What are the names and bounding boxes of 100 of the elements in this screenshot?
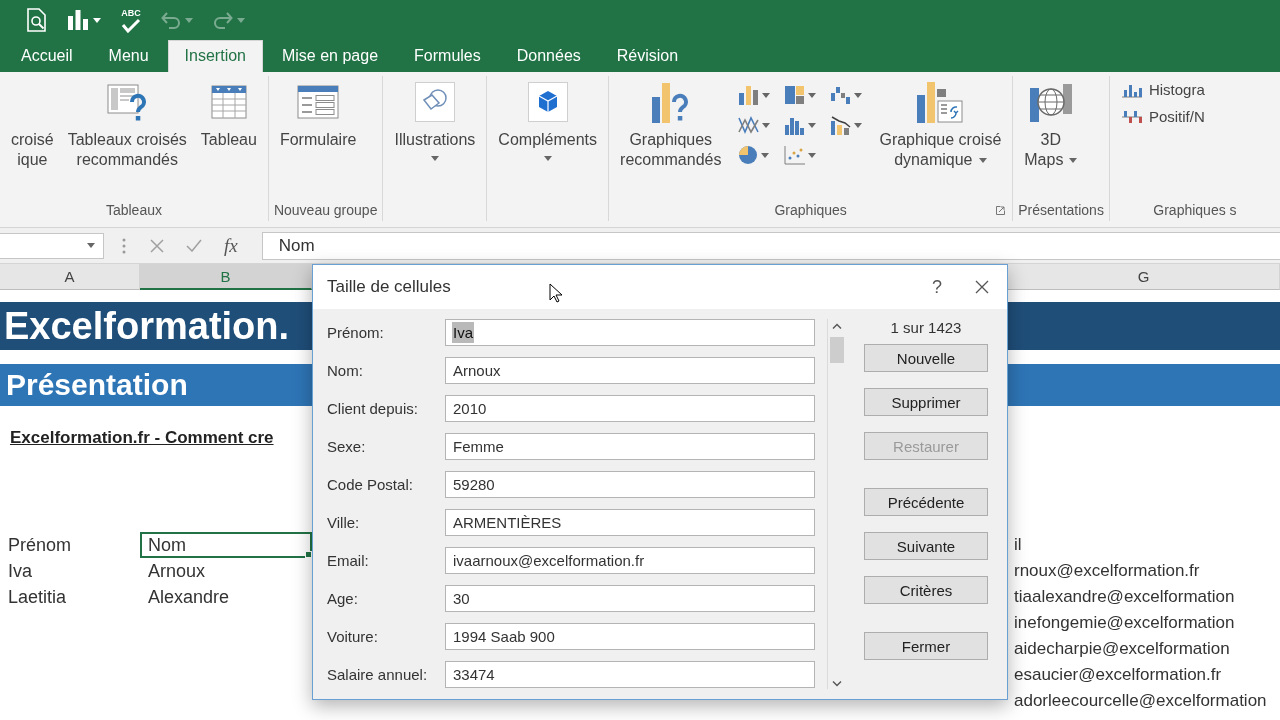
text-field[interactable]: ARMENTIÈRES [445, 509, 815, 536]
ribbon-tab[interactable]: Données [499, 40, 598, 72]
chart-type-button[interactable] [737, 144, 772, 166]
column-header[interactable]: G [1008, 264, 1280, 290]
scroll-thumb[interactable] [829, 337, 844, 363]
chart-type-button[interactable] [737, 84, 772, 106]
column-header[interactable]: A [0, 264, 140, 290]
caret-icon [854, 122, 863, 128]
scrollbar[interactable] [827, 319, 845, 689]
text-field[interactable]: 33474 [445, 661, 815, 688]
caret-icon [237, 17, 245, 23]
table-cell[interactable]: il [1008, 532, 1280, 558]
check-icon [186, 239, 202, 252]
field-label: Age: [327, 589, 359, 609]
chart-type-button[interactable] [829, 84, 864, 106]
dialog-launcher-icon[interactable] [996, 206, 1006, 215]
formula-input[interactable]: Nom [261, 231, 1280, 260]
ribbon-button[interactable]: Positif/N [1118, 107, 1207, 126]
group-label: Nouveau groupe [273, 202, 378, 218]
ribbon-tab[interactable]: Accueil [4, 40, 90, 72]
sheet-subtitle: Excelformation.fr - Comment cre [10, 428, 274, 448]
table-cell[interactable]: rnoux@excelformation.fr [1008, 558, 1280, 584]
table-cell[interactable]: esaucier@excelformation.fr [1008, 662, 1280, 688]
ribbon-button[interactable]: croisé ique [5, 76, 60, 172]
chart-type-button[interactable] [737, 114, 772, 136]
ribbon-button[interactable]: Tableau [194, 76, 263, 152]
chart-type-button[interactable] [829, 114, 864, 136]
ribbon-button[interactable]: Graphique croisé dynamique [873, 76, 1008, 172]
field-label: Prénom: [327, 323, 385, 343]
insert-function-button[interactable]: fx [218, 234, 244, 257]
table-cell[interactable]: Prénom [0, 532, 140, 558]
chevron-up-icon [831, 323, 842, 329]
dialog-button[interactable]: Fermer [864, 632, 988, 660]
ribbon-tab[interactable]: Formules [397, 40, 498, 72]
waterfall-chart-icon [830, 85, 852, 105]
treemap-chart-icon [784, 85, 806, 105]
table-cell[interactable]: tiaalexandre@excelformation [1008, 584, 1280, 610]
text-field[interactable]: Femme [445, 433, 815, 460]
mouse-pointer-icon [549, 283, 562, 303]
table-cell[interactable]: Iva [0, 558, 140, 584]
ribbon-tab[interactable]: Mise en page [265, 40, 396, 72]
ribbon-tab[interactable]: Menu [91, 40, 166, 72]
caret-icon [543, 155, 552, 161]
help-button[interactable]: ? [917, 269, 957, 305]
caret-icon [185, 17, 193, 23]
table-cell[interactable]: Alexandre [140, 584, 312, 610]
dialog-button[interactable]: Critères [864, 576, 988, 604]
ribbon-button[interactable]: Illustrations [388, 76, 482, 163]
table-question-icon [107, 82, 148, 122]
cancel-icon [150, 238, 164, 253]
vertical-dots-icon [122, 237, 126, 254]
fill-handle-icon[interactable] [305, 551, 312, 558]
text-field[interactable]: 59280 [445, 471, 815, 498]
histogram-chart-icon [784, 115, 806, 135]
table-cell[interactable]: adorleecourcelle@excelformation [1008, 688, 1280, 714]
table-cell[interactable]: aidecharpie@excelformation [1008, 636, 1280, 662]
caret-icon [978, 157, 987, 163]
dialog-button[interactable]: Supprimer [864, 388, 988, 416]
text-field[interactable]: 2010 [445, 395, 815, 422]
table-cell[interactable]: inefongemie@excelformation [1008, 610, 1280, 636]
pivot-chart-icon [916, 81, 965, 123]
field-label: Ville: [327, 513, 361, 533]
ribbon-button[interactable]: Formulaire [273, 76, 363, 152]
text-field[interactable]: 30 [445, 585, 815, 612]
text-field[interactable]: 1994 Saab 900 [445, 623, 815, 650]
ribbon-tab[interactable]: Révision [599, 40, 696, 72]
form-icon [297, 85, 340, 119]
field-label: Email: [327, 551, 370, 571]
caret-icon [808, 152, 817, 158]
ribbon-button[interactable]: Histogra [1118, 80, 1207, 99]
column-header[interactable]: B [140, 264, 312, 290]
ribbon-button[interactable]: Graphiques recommandés [614, 76, 728, 172]
dialog-button[interactable]: Suivante [864, 532, 988, 560]
globe-icon [1028, 82, 1073, 122]
group-label: Graphiques s [1153, 202, 1237, 218]
text-field[interactable]: Arnoux [445, 357, 815, 384]
ribbon-button[interactable]: Tableaux croisés recommandés [61, 76, 193, 172]
record-counter: 1 sur 1423 [890, 319, 962, 336]
caret-icon [854, 92, 863, 98]
field-label: Sexe: [327, 437, 367, 457]
line-chart-icon [738, 115, 760, 135]
dialog-button[interactable]: Nouvelle [864, 344, 988, 372]
ribbon-button[interactable]: 3D Maps [1018, 76, 1084, 172]
dialog-button[interactable]: Précédente [864, 488, 988, 516]
table-cell[interactable]: Nom [140, 532, 312, 558]
ribbon-button[interactable]: Compléments [492, 76, 604, 163]
caret-icon [1069, 157, 1078, 163]
scatter-chart-icon [784, 145, 806, 165]
text-field[interactable]: Iva [445, 319, 815, 346]
table-cell[interactable]: Arnoux [140, 558, 312, 584]
table-cell[interactable]: Laetitia [0, 584, 140, 610]
text-field[interactable]: ivaarnoux@excelformation.fr [445, 547, 815, 574]
quick-access-button[interactable]: ABC [118, 5, 144, 35]
ribbon-tab[interactable]: Insertion [167, 40, 263, 72]
check-icon [121, 17, 141, 33]
caret-icon [762, 92, 771, 98]
bar-chart-icon [67, 10, 89, 30]
chart-type-button[interactable] [783, 84, 818, 106]
chart-type-button[interactable] [783, 144, 818, 166]
field-label: Code Postal: [327, 475, 414, 495]
